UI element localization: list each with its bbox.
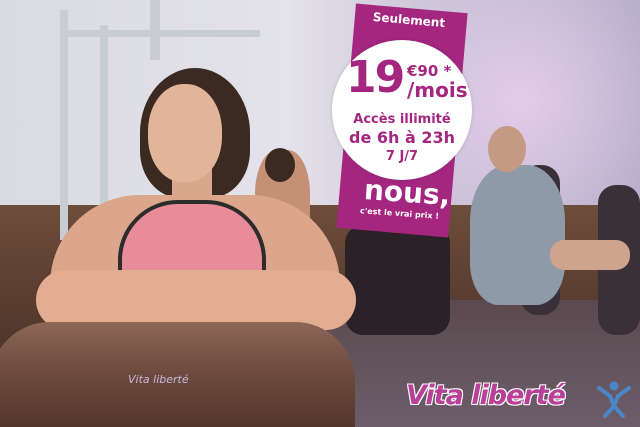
brand-logo[interactable]: Vita liberté	[406, 380, 632, 420]
exercise-bike	[345, 225, 450, 335]
weight-machine-bar	[60, 30, 260, 37]
woman-arms	[36, 270, 356, 330]
woman-face	[148, 84, 222, 182]
price-whole: 19	[346, 52, 405, 103]
price-period: /mois	[407, 78, 468, 102]
gym-photo: Vita liberté	[0, 0, 640, 427]
access-line-1: Accès illimité	[353, 112, 451, 127]
background-man	[470, 165, 565, 305]
weight-machine-post	[150, 0, 160, 60]
price-tag: Seulement 19 €90 * /mois Accès illimité …	[332, 3, 472, 238]
background-man-leg	[550, 240, 630, 270]
brand-name: Vita liberté	[406, 380, 566, 411]
background-man-head	[488, 126, 526, 172]
jumping-person-icon	[597, 381, 631, 418]
background-woman-hair	[265, 148, 295, 182]
tagline-nous: nous,	[362, 173, 452, 212]
access-line-3: 7 J/7	[385, 149, 419, 164]
weight-machine-post	[60, 10, 68, 240]
equipment-label: Vita liberté	[128, 373, 189, 386]
access-line-2: de 6h à 23h	[349, 128, 455, 147]
